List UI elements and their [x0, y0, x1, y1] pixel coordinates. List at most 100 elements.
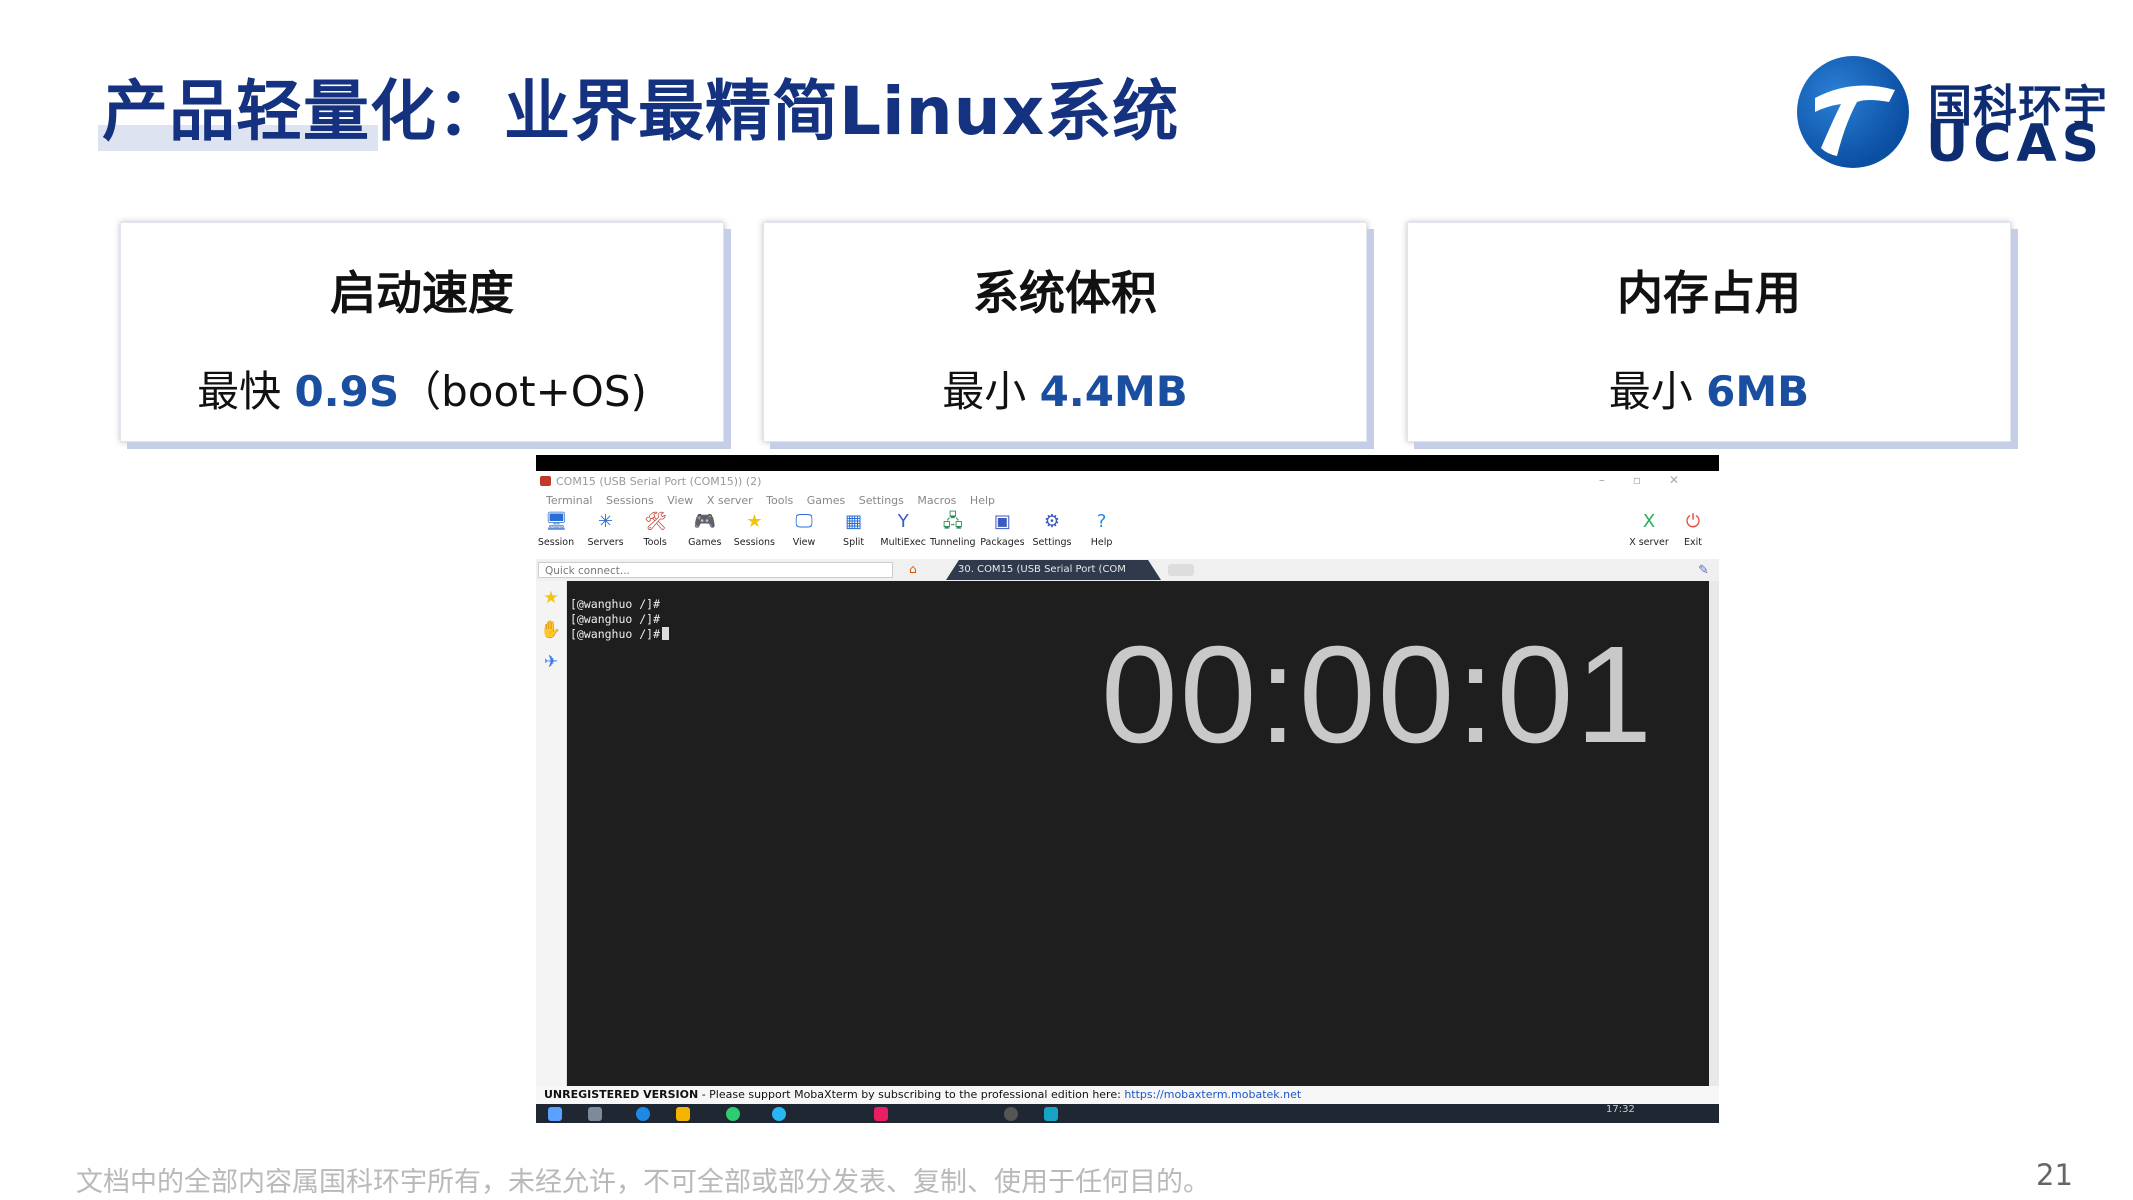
app-icon-dark[interactable]	[1004, 1107, 1018, 1121]
split-icon: ▦	[845, 511, 863, 532]
card-value: 最快 0.9S（boot+OS)	[121, 358, 723, 419]
toolbar-button-settings[interactable]: ⚙ Settings	[1029, 511, 1075, 548]
browser-icon[interactable]	[636, 1107, 650, 1121]
status-message: - Please support MobaXterm by subscribin…	[698, 1088, 1125, 1101]
sidebar-tools-icon[interactable]: ✋	[538, 615, 564, 645]
star-icon: ★	[746, 511, 763, 532]
session-tab[interactable]: 30. COM15 (USB Serial Port (COM	[946, 560, 1161, 580]
tab-bar: Quick connect... ⌂ 30. COM15 (USB Serial…	[536, 559, 1719, 582]
toolbar-button-label: MultiExec	[880, 537, 926, 548]
power-icon: ⏻	[1685, 511, 1701, 532]
toolbar-button-servers[interactable]: ✳ Servers	[583, 511, 629, 548]
search-icon[interactable]	[772, 1107, 786, 1121]
attach-icon[interactable]: ✎	[1698, 563, 1709, 578]
window-title: COM15 (USB Serial Port (COM15)) (2)	[556, 475, 762, 488]
quick-connect-input[interactable]: Quick connect...	[538, 562, 893, 578]
toolbar-button-view[interactable]: 🖵 View	[781, 511, 827, 548]
terminal-screenshot: COM15 (USB Serial Port (COM15)) (2) –▫✕ …	[536, 455, 1719, 1123]
logo-mark-icon	[1797, 56, 1909, 168]
stat-card-memory-usage: 内存占用 最小 6MB	[1407, 222, 2011, 442]
status-link[interactable]: https://mobaxterm.mobatek.net	[1124, 1088, 1301, 1101]
terminal-cursor	[662, 627, 670, 640]
menu-item-sessions[interactable]: Sessions	[606, 494, 654, 507]
toolbar-button-games[interactable]: 🎮 Games	[682, 511, 728, 548]
toolbar-button-tunneling[interactable]: 🖧 Tunneling	[930, 511, 976, 548]
tools-icon: 🛠	[644, 511, 668, 532]
app-icon-pink[interactable]	[874, 1107, 888, 1121]
card-value-prefix: 最快	[197, 367, 295, 416]
toolbar-button-x-server[interactable]: X X server	[1626, 511, 1672, 548]
terminal-pane[interactable]: [@wanghuo /]# [@wanghuo /]# [@wanghuo /]…	[567, 581, 1709, 1086]
menu-item-tools[interactable]: Tools	[766, 494, 793, 507]
mobaxterm-taskbar-icon[interactable]	[1044, 1107, 1058, 1121]
card-value-highlight: 6MB	[1706, 367, 1810, 416]
gear-icon: ⚙	[1043, 511, 1061, 532]
toolbar-button-label: Games	[688, 537, 722, 548]
toolbar-button-session[interactable]: 🖥 Session	[536, 511, 579, 548]
unregistered-label: UNREGISTERED VERSION	[544, 1088, 699, 1101]
card-value-prefix: 最小	[1608, 367, 1707, 416]
ucas-logo: 国科环宇 UCAS	[1797, 56, 2107, 176]
menu-item-help[interactable]: Help	[970, 494, 995, 507]
page-number: 21	[2036, 1158, 2073, 1192]
toolbar-button-label: Tunneling	[929, 537, 976, 548]
side-panel: ★ ✋ ✈	[536, 581, 567, 1123]
prompt-line: [@wanghuo /]#	[570, 612, 661, 626]
card-value: 最小 6MB	[1408, 358, 2010, 419]
toolbar-button-label: View	[792, 537, 816, 548]
menu-item-games[interactable]: Games	[807, 494, 845, 507]
card-value-highlight: 0.9S	[294, 367, 400, 416]
view-icon: 🖵	[795, 511, 813, 532]
window-controls[interactable]: –▫✕	[1599, 473, 1707, 487]
window-titlebar: COM15 (USB Serial Port (COM15)) (2) –▫✕	[536, 471, 1719, 491]
start-icon[interactable]	[548, 1107, 562, 1121]
os-taskbar: 17:32	[536, 1104, 1719, 1123]
toolbar-button-exit[interactable]: ⏻ Exit	[1670, 511, 1716, 548]
card-value-prefix: 最小	[942, 367, 1040, 416]
status-bar: UNREGISTERED VERSION - Please support Mo…	[536, 1086, 1719, 1104]
explorer-icon[interactable]	[676, 1107, 690, 1121]
card-value-highlight: 4.4MB	[1039, 367, 1188, 416]
page-title: 产品轻量化：业界最精简Linux系统	[102, 73, 1180, 150]
menu-bar: Terminal Sessions View X server Tools Ga…	[536, 491, 1719, 509]
taskview-icon[interactable]	[588, 1107, 602, 1121]
card-title: 系统体积	[973, 266, 1157, 320]
servers-icon: ✳	[598, 511, 614, 532]
games-icon: 🎮	[693, 511, 717, 532]
toolbar-button-label: Settings	[1032, 537, 1072, 548]
card-title: 启动速度	[330, 266, 514, 320]
screenshot-top-bar	[536, 455, 1719, 471]
terminal-output: [@wanghuo /]# [@wanghuo /]# [@wanghuo /]…	[570, 597, 670, 642]
menu-item-x-server[interactable]: X server	[707, 494, 753, 507]
stat-card-boot-speed: 启动速度 最快 0.9S（boot+OS)	[120, 222, 724, 442]
card-value-suffix: （boot+OS)	[399, 367, 647, 416]
toolbar-button-label: Help	[1090, 537, 1113, 548]
x-server-icon: X	[1642, 511, 1656, 532]
toolbar-button-sessions[interactable]: ★ Sessions	[731, 511, 777, 548]
toolbar-button-help[interactable]: ? Help	[1079, 511, 1125, 548]
multiexec-icon: Y	[897, 511, 909, 532]
menu-item-view[interactable]: View	[667, 494, 693, 507]
toolbar-button-packages[interactable]: ▣ Packages	[979, 511, 1025, 548]
logo-en-text: UCAS	[1926, 114, 2105, 174]
toolbar-button-label: X server	[1629, 537, 1669, 548]
sidebar-star-icon[interactable]: ★	[538, 583, 564, 613]
menu-item-settings[interactable]: Settings	[859, 494, 904, 507]
toolbar-button-multiexec[interactable]: Y MultiExec	[880, 511, 926, 548]
sidebar-send-icon[interactable]: ✈	[538, 647, 564, 677]
chat-icon[interactable]	[726, 1107, 740, 1121]
toolbar: 🖥 Session ✳ Servers 🛠 Tools 🎮 Games ★ Sessions 🖵 Vi…	[536, 509, 1719, 559]
tunneling-icon: 🖧	[942, 511, 963, 532]
toolbar-button-label: Servers	[587, 537, 624, 548]
card-value: 最小 4.4MB	[764, 358, 1366, 419]
toolbar-button-split[interactable]: ▦ Split	[831, 511, 877, 548]
packages-icon: ▣	[993, 511, 1011, 532]
new-tab-button[interactable]	[1168, 564, 1194, 576]
stat-card-system-size: 系统体积 最小 4.4MB	[763, 222, 1367, 442]
terminal-scrollbar[interactable]	[1709, 581, 1719, 1086]
toolbar-button-tools[interactable]: 🛠 Tools	[632, 511, 678, 548]
menu-item-terminal[interactable]: Terminal	[546, 494, 593, 507]
home-tab-icon[interactable]: ⌂	[909, 562, 917, 576]
menu-item-macros[interactable]: Macros	[917, 494, 956, 507]
toolbar-button-label: Split	[843, 537, 865, 548]
